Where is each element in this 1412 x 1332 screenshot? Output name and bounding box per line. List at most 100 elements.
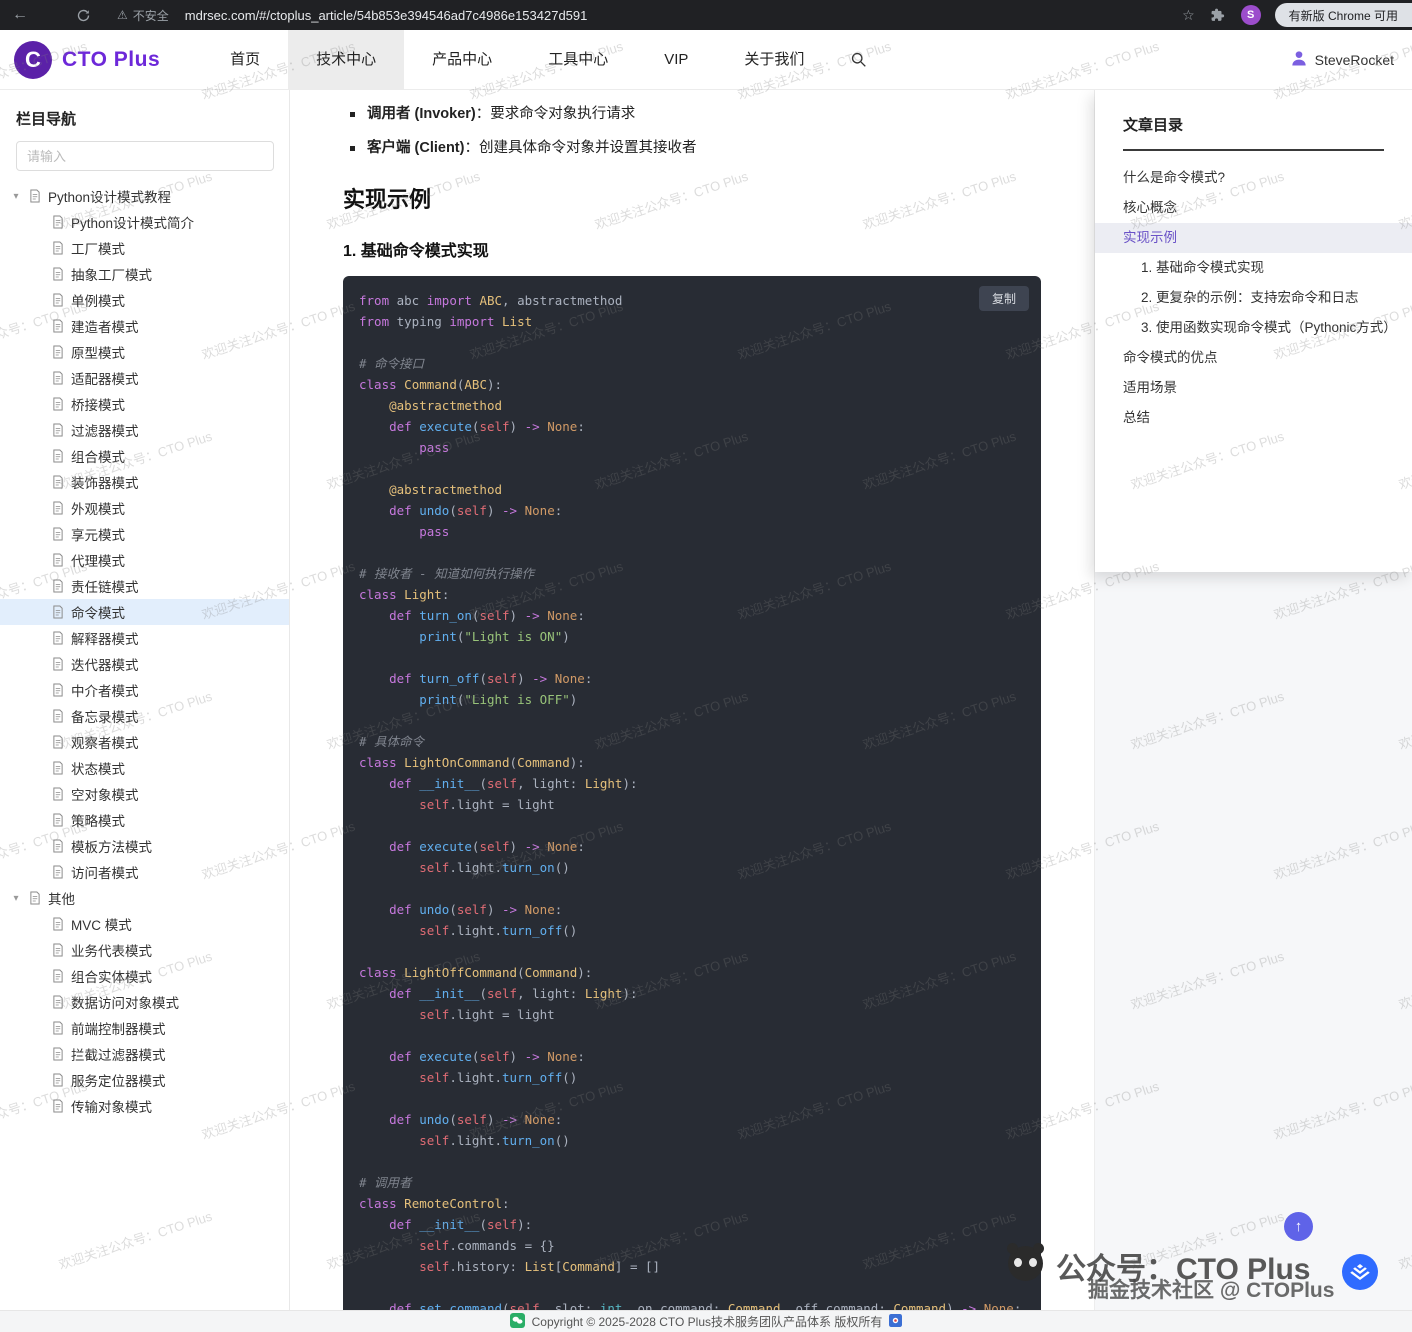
copyright-text: Copyright © 2025-2028 CTO Plus技术服务团队产品体系… bbox=[532, 1313, 883, 1330]
file-icon bbox=[52, 657, 64, 671]
nav-item[interactable]: VIP bbox=[636, 30, 716, 89]
tree-item[interactable]: 享元模式 bbox=[0, 521, 289, 547]
tree-item[interactable]: 桥接模式 bbox=[0, 391, 289, 417]
page-footer: Copyright © 2025-2028 CTO Plus技术服务团队产品体系… bbox=[0, 1310, 1412, 1332]
tree-item[interactable]: 迭代器模式 bbox=[0, 651, 289, 677]
browser-profile-avatar[interactable]: S bbox=[1241, 5, 1261, 25]
tree-item[interactable]: 组合模式 bbox=[0, 443, 289, 469]
tree-item[interactable]: 中介者模式 bbox=[0, 677, 289, 703]
tree-item[interactable]: 解释器模式 bbox=[0, 625, 289, 651]
file-icon bbox=[52, 397, 64, 411]
toc-item[interactable]: 命令模式的优点 bbox=[1095, 343, 1412, 373]
username: SteveRocket bbox=[1315, 52, 1394, 68]
file-icon bbox=[52, 995, 64, 1009]
tree-item[interactable]: 访问者模式 bbox=[0, 859, 289, 885]
chrome-update-button[interactable]: 有新版 Chrome 可用 bbox=[1275, 3, 1412, 27]
tree-item[interactable]: 外观模式 bbox=[0, 495, 289, 521]
toc-item[interactable]: 总结 bbox=[1095, 403, 1412, 433]
tree-item[interactable]: 备忘录模式 bbox=[0, 703, 289, 729]
tree-folder[interactable]: ▾Python设计模式教程 bbox=[0, 183, 289, 209]
tree-item[interactable]: 空对象模式 bbox=[0, 781, 289, 807]
tree-item[interactable]: 工厂模式 bbox=[0, 235, 289, 261]
nav-item[interactable]: 工具中心 bbox=[520, 30, 636, 89]
file-icon bbox=[29, 891, 41, 905]
logo[interactable]: C CTO Plus bbox=[14, 41, 160, 79]
juejin-avatar[interactable] bbox=[1342, 1254, 1378, 1290]
tree-item[interactable]: 原型模式 bbox=[0, 339, 289, 365]
subsection-heading: 1. 基础命令模式实现 bbox=[343, 237, 1041, 261]
section-heading: 实现示例 bbox=[343, 182, 1041, 214]
search-icon[interactable] bbox=[850, 51, 867, 68]
security-warning[interactable]: ⚠ 不安全 bbox=[117, 7, 169, 24]
tree-item[interactable]: 服务定位器模式 bbox=[0, 1067, 289, 1093]
tree-item[interactable]: 前端控制器模式 bbox=[0, 1015, 289, 1041]
file-icon bbox=[52, 553, 64, 567]
toc-item[interactable]: 2. 更复杂的示例：支持宏命令和日志 bbox=[1095, 283, 1412, 313]
file-icon bbox=[52, 605, 64, 619]
toc-title: 文章目录 bbox=[1123, 114, 1384, 151]
toc-panel: 文章目录 什么是命令模式?核心概念实现示例1. 基础命令模式实现2. 更复杂的示… bbox=[1095, 90, 1412, 1332]
nav-item[interactable]: 产品中心 bbox=[404, 30, 520, 89]
tree-item[interactable]: 适配器模式 bbox=[0, 365, 289, 391]
toc-item[interactable]: 适用场景 bbox=[1095, 373, 1412, 403]
toc-item[interactable]: 核心概念 bbox=[1095, 193, 1412, 223]
bookmark-star-icon[interactable]: ☆ bbox=[1182, 7, 1195, 24]
tree-item[interactable]: 抽象工厂模式 bbox=[0, 261, 289, 287]
tree-item[interactable]: 单例模式 bbox=[0, 287, 289, 313]
file-icon bbox=[29, 189, 41, 203]
code-content[interactable]: from abc import ABC, abstractmethod from… bbox=[359, 290, 1041, 1332]
tree-item[interactable]: 建造者模式 bbox=[0, 313, 289, 339]
tree-folder[interactable]: ▾其他 bbox=[0, 885, 289, 911]
nav-item[interactable]: 关于我们 bbox=[716, 30, 832, 89]
chevron-down-icon[interactable]: ▾ bbox=[10, 191, 22, 202]
file-icon bbox=[52, 293, 64, 307]
tree-item[interactable]: 装饰器模式 bbox=[0, 469, 289, 495]
sidebar-search-input[interactable] bbox=[16, 141, 274, 171]
file-icon bbox=[52, 839, 64, 853]
tree-item[interactable]: 责任链模式 bbox=[0, 573, 289, 599]
site-header: C CTO Plus 首页技术中心产品中心工具中心VIP关于我们 SteveRo… bbox=[0, 30, 1412, 90]
tree-item[interactable]: 拦截过滤器模式 bbox=[0, 1041, 289, 1067]
toc-item-active[interactable]: 实现示例 bbox=[1095, 223, 1412, 253]
file-icon bbox=[52, 1047, 64, 1061]
toc-item[interactable]: 1. 基础命令模式实现 bbox=[1095, 253, 1412, 283]
file-icon bbox=[52, 865, 64, 879]
tree-item[interactable]: 数据访问对象模式 bbox=[0, 989, 289, 1015]
tree-item[interactable]: 过滤器模式 bbox=[0, 417, 289, 443]
toc-item[interactable]: 3. 使用函数实现命令模式（Pythonic方式） bbox=[1095, 313, 1412, 343]
app-body: 栏目导航 ▾Python设计模式教程Python设计模式简介工厂模式抽象工厂模式… bbox=[0, 90, 1412, 1332]
scroll-to-top-button[interactable]: ↑ bbox=[1284, 1212, 1313, 1241]
logo-text: CTO Plus bbox=[62, 48, 160, 72]
tree-item[interactable]: 状态模式 bbox=[0, 755, 289, 781]
chevron-down-icon[interactable]: ▾ bbox=[10, 893, 22, 904]
back-icon[interactable]: ← bbox=[12, 6, 28, 24]
nav-item-active[interactable]: 技术中心 bbox=[288, 30, 404, 89]
file-icon bbox=[52, 761, 64, 775]
copy-button[interactable]: 复制 bbox=[979, 286, 1029, 311]
toc-item[interactable]: 什么是命令模式? bbox=[1095, 163, 1412, 193]
tree-item[interactable]: 观察者模式 bbox=[0, 729, 289, 755]
tree-item-active[interactable]: 命令模式 bbox=[0, 599, 289, 625]
tree-item[interactable]: 业务代表模式 bbox=[0, 937, 289, 963]
tree-item[interactable]: 组合实体模式 bbox=[0, 963, 289, 989]
tree-item[interactable]: Python设计模式简介 bbox=[0, 209, 289, 235]
extensions-icon[interactable] bbox=[1211, 8, 1225, 22]
tree-item[interactable]: 策略模式 bbox=[0, 807, 289, 833]
sidebar: 栏目导航 ▾Python设计模式教程Python设计模式简介工厂模式抽象工厂模式… bbox=[0, 90, 290, 1332]
nav-item[interactable]: 首页 bbox=[202, 30, 288, 89]
tree-item[interactable]: 传输对象模式 bbox=[0, 1093, 289, 1119]
tree-item[interactable]: 模板方法模式 bbox=[0, 833, 289, 859]
file-icon bbox=[52, 319, 64, 333]
file-icon bbox=[52, 345, 64, 359]
tree-item[interactable]: 代理模式 bbox=[0, 547, 289, 573]
footer-badge-icon bbox=[889, 1314, 902, 1330]
address-bar[interactable]: mdrsec.com/#/ctoplus_article/54b853e3945… bbox=[185, 8, 1182, 23]
user-menu[interactable]: SteveRocket bbox=[1289, 48, 1394, 71]
bullet-item: 调用者 (Invoker)：要求命令对象执行请求 bbox=[367, 104, 1041, 124]
file-icon bbox=[52, 813, 64, 827]
file-icon bbox=[52, 527, 64, 541]
file-icon bbox=[52, 943, 64, 957]
tree-item[interactable]: MVC 模式 bbox=[0, 911, 289, 937]
file-icon bbox=[52, 683, 64, 697]
reload-icon[interactable] bbox=[76, 8, 91, 23]
